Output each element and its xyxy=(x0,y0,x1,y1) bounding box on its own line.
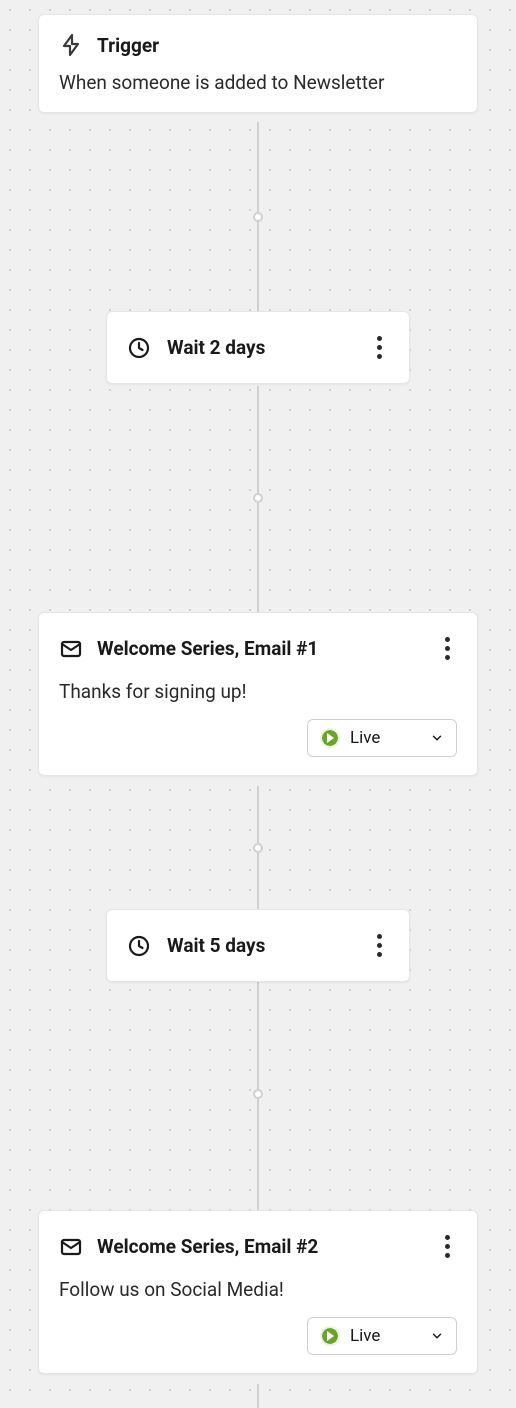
email-card[interactable]: Welcome Series, Email #1 Thanks for sign… xyxy=(38,612,478,776)
wait-label: Wait 2 days xyxy=(167,336,353,359)
more-menu-button[interactable] xyxy=(437,631,457,666)
email-title: Welcome Series, Email #1 xyxy=(97,637,423,660)
status-label: Live xyxy=(350,1326,420,1346)
clock-icon xyxy=(127,336,151,360)
chevron-down-icon xyxy=(430,731,444,745)
chevron-down-icon xyxy=(430,1329,444,1343)
email-title: Welcome Series, Email #2 xyxy=(97,1235,423,1258)
status-selector[interactable]: Live xyxy=(307,719,457,757)
more-menu-button[interactable] xyxy=(369,330,389,365)
connector-dot xyxy=(253,843,263,853)
play-icon xyxy=(320,728,340,748)
lightning-icon xyxy=(59,33,83,57)
email-description: Follow us on Social Media! xyxy=(59,1278,457,1301)
connector-dot xyxy=(253,1089,263,1099)
email-description: Thanks for signing up! xyxy=(59,680,457,703)
trigger-card[interactable]: Trigger When someone is added to Newslet… xyxy=(38,14,478,113)
clock-icon xyxy=(127,934,151,958)
connector-dot xyxy=(253,493,263,503)
more-menu-button[interactable] xyxy=(369,928,389,963)
wait-card[interactable]: Wait 5 days xyxy=(106,909,410,982)
connector-line xyxy=(257,1384,259,1408)
status-label: Live xyxy=(350,728,420,748)
wait-label: Wait 5 days xyxy=(167,934,353,957)
status-selector[interactable]: Live xyxy=(307,1317,457,1355)
email-card[interactable]: Welcome Series, Email #2 Follow us on So… xyxy=(38,1210,478,1374)
trigger-title: Trigger xyxy=(97,34,457,57)
trigger-description: When someone is added to Newsletter xyxy=(59,71,457,94)
more-menu-button[interactable] xyxy=(437,1229,457,1264)
wait-card[interactable]: Wait 2 days xyxy=(106,311,410,384)
mail-icon xyxy=(59,637,83,661)
connector-dot xyxy=(253,212,263,222)
mail-icon xyxy=(59,1235,83,1259)
play-icon xyxy=(320,1326,340,1346)
